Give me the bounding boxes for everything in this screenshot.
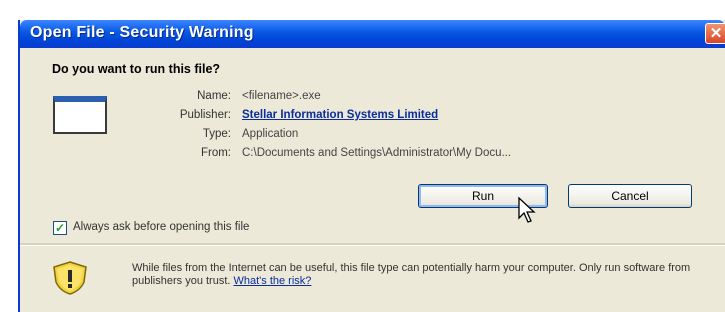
warning-panel: While files from the Internet can be use…	[20, 246, 725, 312]
always-ask-label[interactable]: Always ask before opening this file	[73, 221, 249, 233]
question-heading: Do you want to run this file?	[52, 62, 221, 76]
shield-warning-icon	[53, 261, 87, 295]
warning-body-text: While files from the Internet can be use…	[132, 262, 691, 287]
security-warning-dialog: Open File - Security Warning ✕ Do you wa…	[18, 20, 725, 312]
mouse-pointer-icon	[518, 196, 536, 223]
name-label: Name:	[197, 90, 231, 102]
file-window-icon	[53, 96, 107, 134]
title-bar[interactable]: Open File - Security Warning ✕	[20, 20, 725, 48]
close-icon: ✕	[709, 25, 723, 42]
checkmark-icon: ✓	[54, 221, 66, 235]
type-row: Type: Application	[130, 128, 298, 140]
type-value: Application	[242, 128, 299, 140]
type-label: Type:	[202, 128, 231, 140]
from-value: C:\Documents and Settings\Administrator\…	[242, 147, 512, 159]
publisher-link[interactable]: Stellar Information Systems Limited	[242, 109, 438, 121]
warning-message: While files from the Internet can be use…	[132, 262, 692, 287]
name-row: Name: <filename>.exe	[130, 90, 321, 102]
always-ask-checkbox[interactable]: ✓	[53, 221, 67, 235]
from-label: From:	[200, 147, 231, 159]
dialog-title: Open File - Security Warning	[30, 24, 254, 41]
close-button[interactable]: ✕	[705, 23, 725, 44]
whats-the-risk-link[interactable]: What's the risk?	[234, 275, 312, 287]
name-value: <filename>.exe	[242, 90, 321, 102]
cancel-button[interactable]: Cancel	[568, 184, 692, 208]
publisher-row: Publisher: Stellar Information Systems Li…	[130, 109, 438, 121]
publisher-label: Publisher:	[179, 109, 231, 121]
from-row: From: C:\Documents and Settings\Administr…	[130, 147, 511, 159]
